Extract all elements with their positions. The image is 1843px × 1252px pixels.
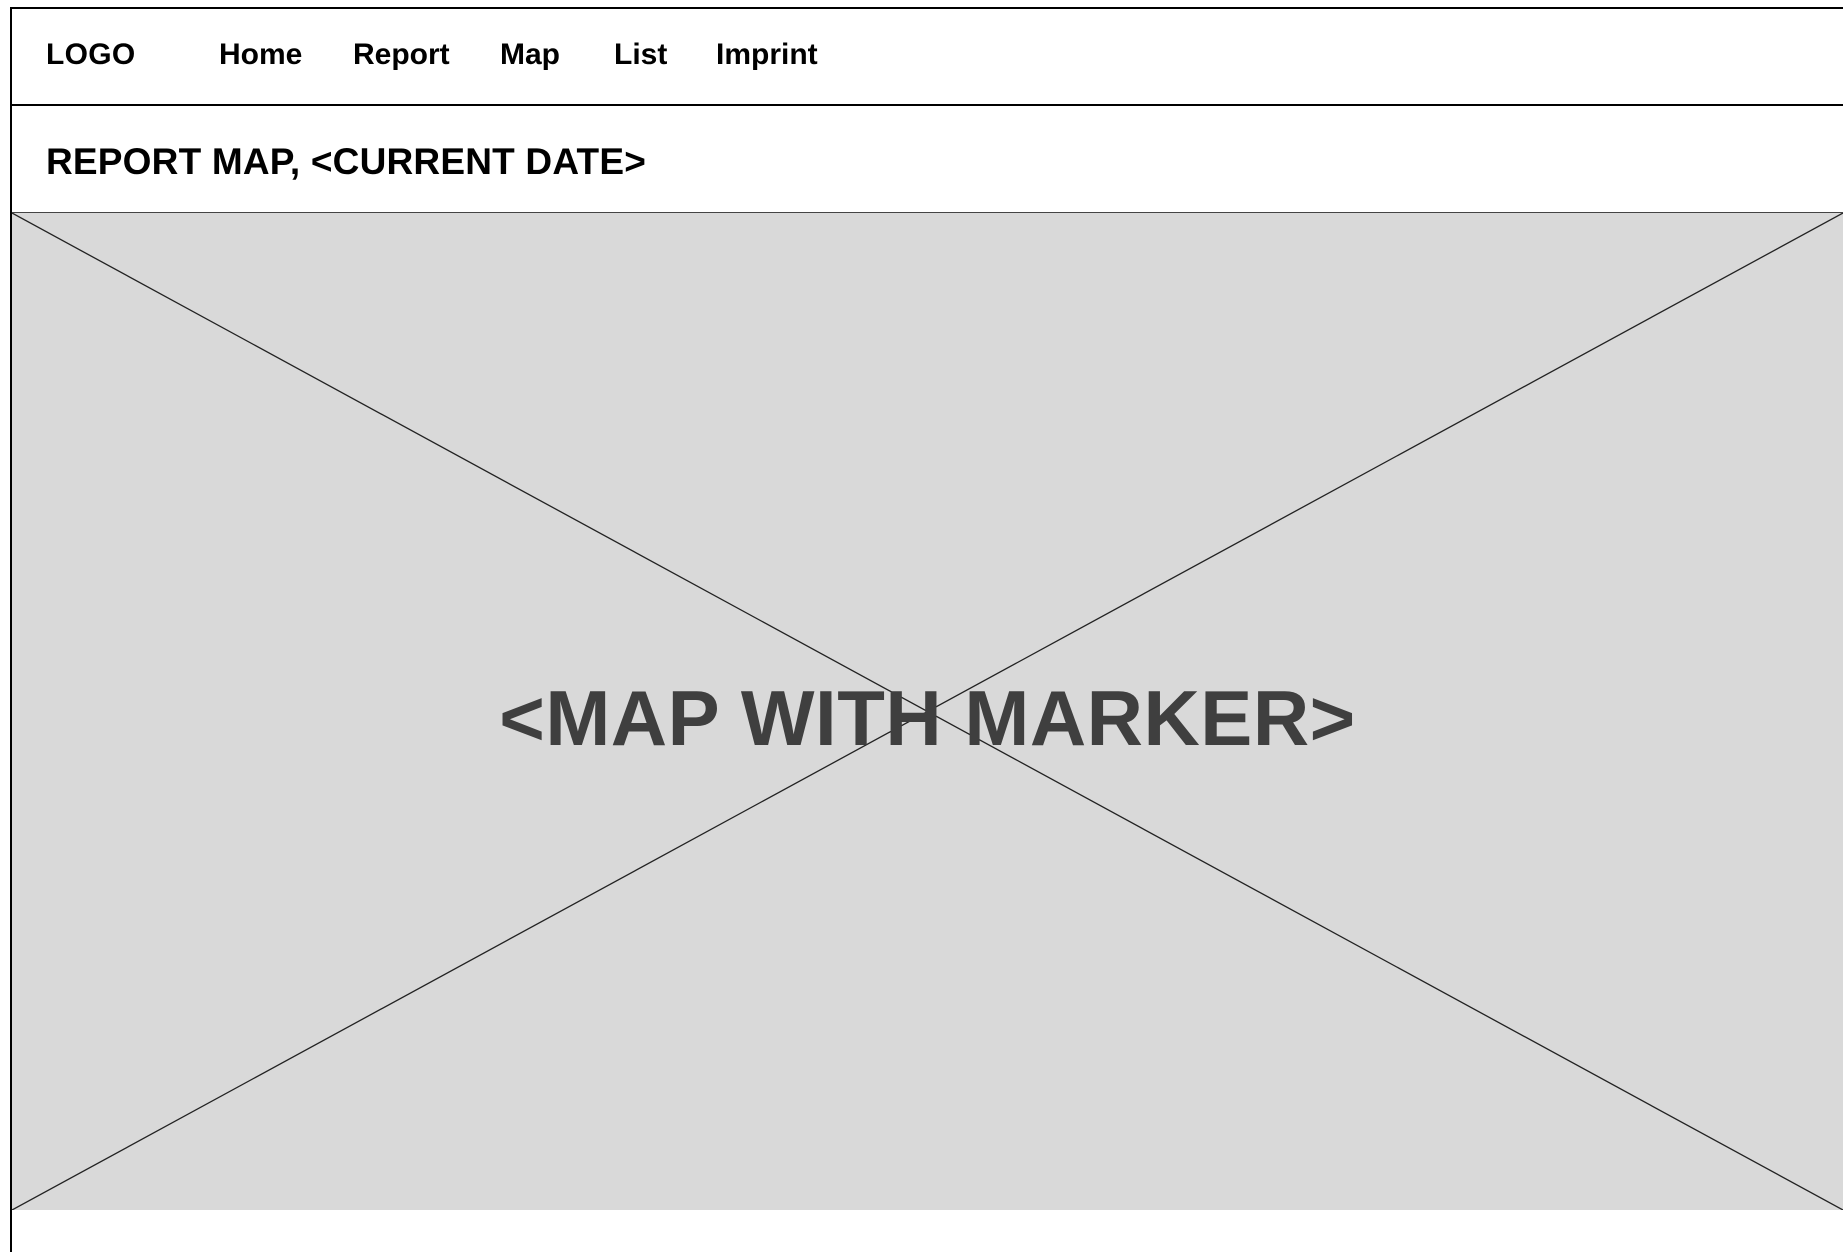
nav-link-report[interactable]: Report	[353, 35, 450, 75]
page-frame: LOGO Home Report Map List Imprint REPORT…	[10, 7, 1843, 1252]
nav-link-imprint[interactable]: Imprint	[716, 35, 818, 75]
nav-link-list[interactable]: List	[614, 35, 667, 75]
page-title-bar: REPORT MAP, <CURRENT DATE>	[12, 106, 1843, 213]
page-title: REPORT MAP, <CURRENT DATE>	[46, 141, 647, 182]
nav-link-home[interactable]: Home	[219, 35, 302, 75]
top-navigation-bar: LOGO Home Report Map List Imprint	[12, 9, 1843, 106]
nav-link-map[interactable]: Map	[500, 35, 560, 75]
map-placeholder[interactable]: <MAP WITH MARKER>	[12, 213, 1843, 1210]
map-placeholder-label: <MAP WITH MARKER>	[499, 674, 1356, 762]
logo[interactable]: LOGO	[46, 35, 136, 75]
